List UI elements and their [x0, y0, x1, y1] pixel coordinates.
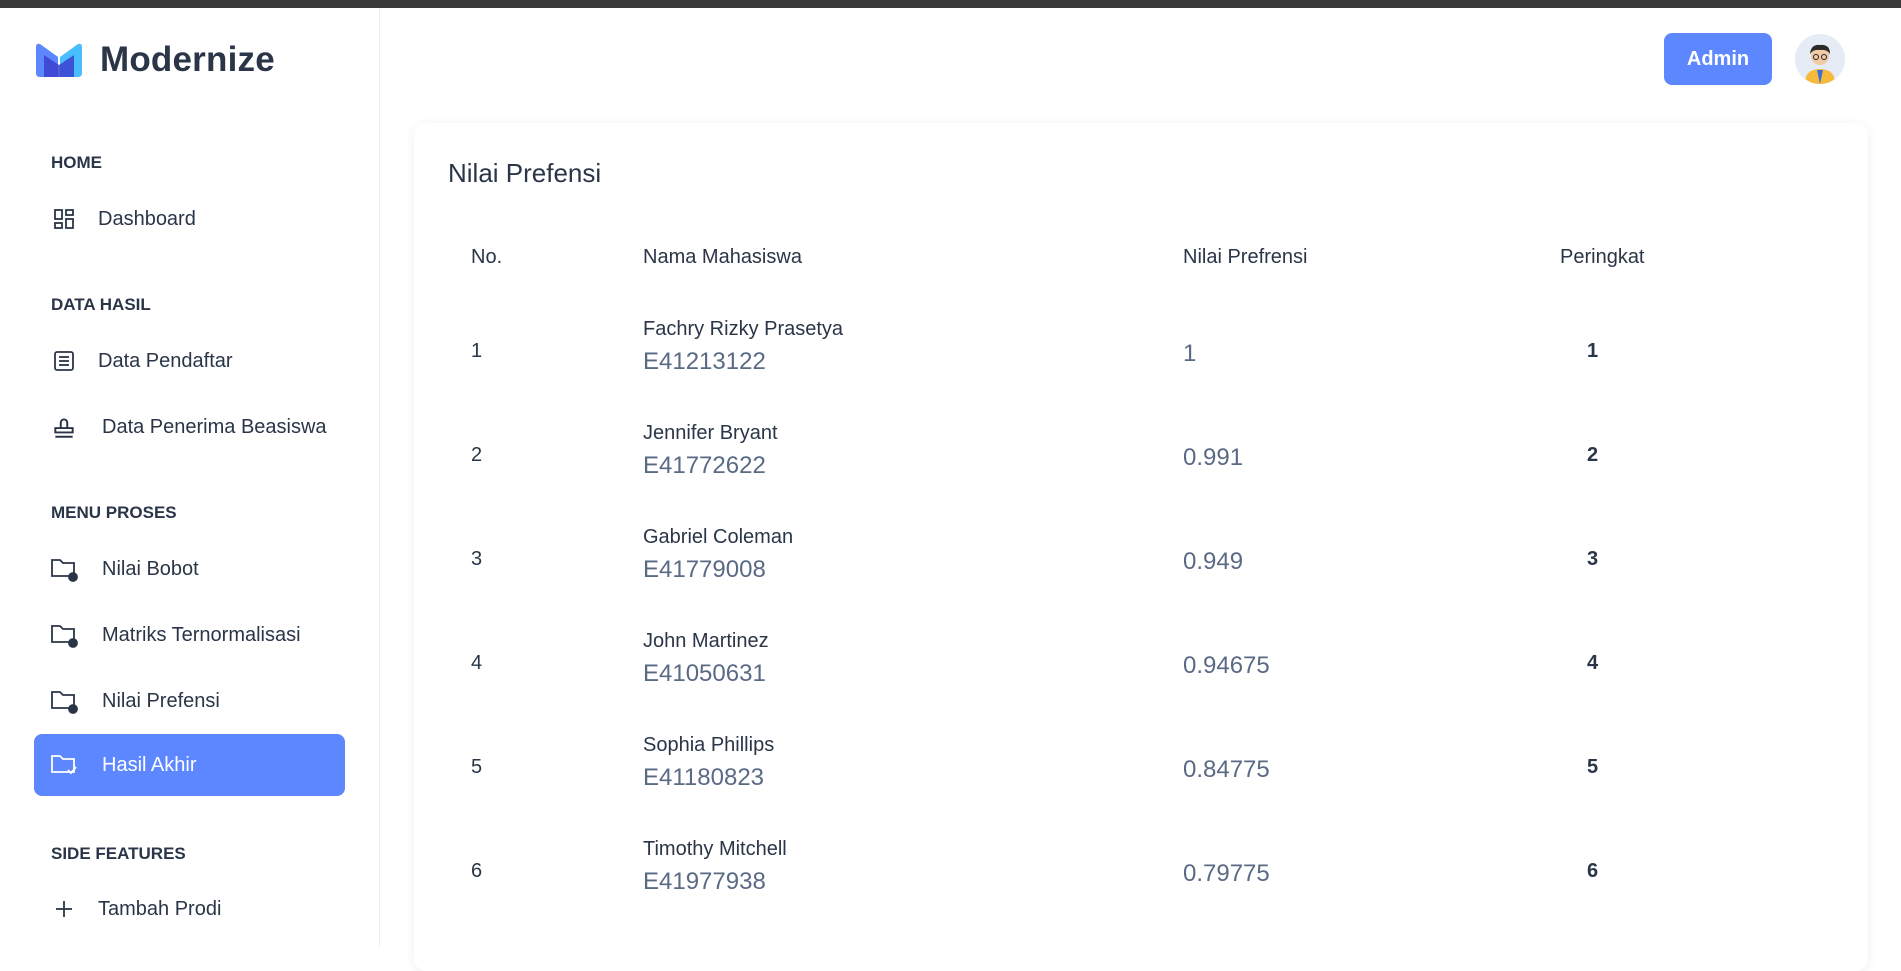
sidebar-item-data-penerima-beasiswa[interactable]: Data Penerima Beasiswa: [34, 396, 345, 458]
cell-score: 0.991: [1183, 444, 1244, 471]
sidebar-item-matriks-ternormalisasi[interactable]: Matriks Ternormalisasi: [34, 604, 345, 666]
cell-rank: 2: [1587, 444, 1599, 466]
sidebar: Modernize HOME Dashboard DATA HASIL Data…: [0, 8, 380, 948]
cell-student-id: E41050631: [643, 660, 766, 687]
cell-rank: 5: [1587, 756, 1599, 778]
user-avatar-icon: [1795, 34, 1845, 84]
table-row: 6 Timothy Mitchell E41977938 0.79775 6: [414, 822, 1868, 926]
cell-student-id: E41772622: [643, 452, 766, 479]
folder-icon: [50, 555, 78, 583]
admin-button[interactable]: Admin: [1664, 33, 1772, 85]
column-header-nilai: Nilai Prefrensi: [1183, 246, 1308, 268]
folder-check-icon: [50, 751, 78, 779]
cell-student-name: Fachry Rizky Prasetya: [643, 318, 844, 340]
section-title-side-features: SIDE FEATURES: [51, 844, 186, 863]
column-header-no: No.: [471, 246, 503, 268]
brand-logo[interactable]: Modernize: [34, 40, 275, 80]
cell-score: 0.79775: [1183, 860, 1270, 887]
sidebar-item-label: Tambah Prodi: [98, 897, 222, 920]
results-card: Nilai Prefensi No. Nama Mahasiswa Nilai …: [414, 123, 1868, 971]
window-top-bar: [0, 0, 1901, 8]
cell-rank: 3: [1587, 548, 1599, 570]
cell-student-name: Gabriel Coleman: [643, 526, 794, 548]
folder-icon: [50, 621, 78, 649]
cell-score: 0.949: [1183, 548, 1244, 575]
table-row: 5 Sophia Phillips E41180823 0.84775 5: [414, 718, 1868, 822]
cell-no: 1: [471, 340, 483, 362]
cell-rank: 6: [1587, 860, 1599, 882]
sidebar-item-hasil-akhir[interactable]: Hasil Akhir: [34, 734, 345, 796]
logo-icon: [36, 43, 82, 77]
sidebar-item-tambah-prodi[interactable]: Tambah Prodi: [34, 878, 345, 940]
sidebar-item-label: Nilai Bobot: [102, 557, 199, 580]
sidebar-item-label: Dashboard: [98, 207, 196, 230]
plus-icon: [50, 895, 78, 923]
table-row: 3 Gabriel Coleman E41779008 0.949 3: [414, 510, 1868, 614]
section-title-data-hasil: DATA HASIL: [51, 295, 151, 314]
cell-no: 5: [471, 756, 483, 778]
dashboard-icon: [50, 205, 78, 233]
sidebar-item-nilai-prefensi[interactable]: Nilai Prefensi: [34, 670, 345, 732]
cell-student-name: Sophia Phillips: [643, 734, 775, 756]
sidebar-item-label: Data Pendaftar: [98, 349, 233, 372]
avatar[interactable]: [1795, 34, 1845, 84]
sidebar-item-label: Data Penerima Beasiswa: [102, 415, 327, 438]
cell-score: 0.94675: [1183, 652, 1270, 679]
cell-student-name: Jennifer Bryant: [643, 422, 778, 444]
sidebar-item-label: Matriks Ternormalisasi: [102, 623, 301, 646]
cell-score: 0.84775: [1183, 756, 1270, 783]
cell-no: 6: [471, 860, 483, 882]
folder-icon: [50, 687, 78, 715]
cell-rank: 1: [1587, 340, 1599, 362]
cell-rank: 4: [1587, 652, 1599, 674]
table-row: 2 Jennifer Bryant E41772622 0.991 2: [414, 406, 1868, 510]
cell-student-name: John Martinez: [643, 630, 769, 652]
cell-no: 3: [471, 548, 483, 570]
page-title: Nilai Prefensi: [448, 158, 602, 188]
column-header-peringkat: Peringkat: [1560, 246, 1645, 268]
cell-student-id: E41180823: [643, 764, 765, 791]
sidebar-item-nilai-bobot[interactable]: Nilai Bobot: [34, 538, 345, 600]
sidebar-item-dashboard[interactable]: Dashboard: [34, 188, 345, 250]
table-row: 1 Fachry Rizky Prasetya E41213122 1 1: [414, 302, 1868, 406]
brand-name: Modernize: [100, 40, 275, 79]
cell-student-id: E41779008: [643, 556, 766, 583]
cell-student-id: E41977938: [643, 868, 766, 895]
cell-no: 2: [471, 444, 483, 466]
table-row: 4 John Martinez E41050631 0.94675 4: [414, 614, 1868, 718]
section-title-home: HOME: [51, 153, 102, 172]
sidebar-item-label: Hasil Akhir: [102, 753, 197, 776]
cell-score: 1: [1183, 340, 1197, 367]
stamp-icon: [50, 413, 78, 441]
sidebar-item-label: Nilai Prefensi: [102, 689, 220, 712]
cell-student-id: E41213122: [643, 348, 766, 375]
cell-student-name: Timothy Mitchell: [643, 838, 787, 860]
sidebar-item-data-pendaftar[interactable]: Data Pendaftar: [34, 330, 345, 392]
cell-no: 4: [471, 652, 483, 674]
list-icon: [50, 347, 78, 375]
column-header-nama: Nama Mahasiswa: [643, 246, 802, 268]
section-title-menu-proses: MENU PROSES: [51, 503, 177, 522]
